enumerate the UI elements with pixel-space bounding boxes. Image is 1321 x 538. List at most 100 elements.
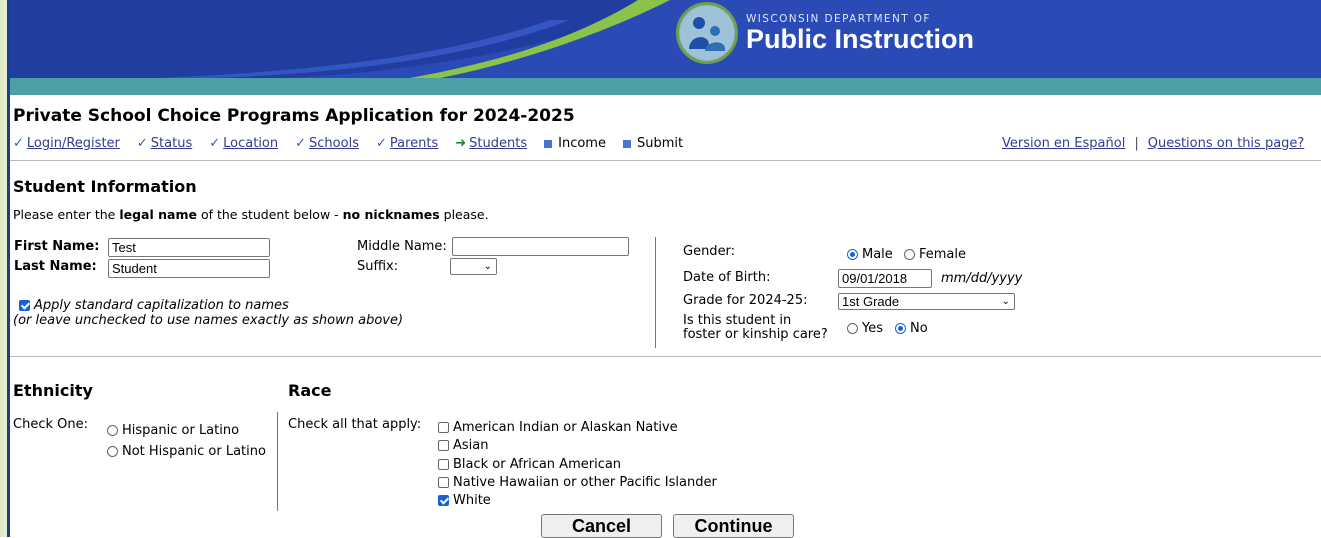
last-name-input[interactable]: Student: [108, 259, 270, 278]
race-option-label: Native Hawaiian or other Pacific Islande…: [453, 475, 717, 490]
race-option-american-indian[interactable]: American Indian or Alaskan Native: [438, 420, 678, 435]
dob-format-hint: mm/dd/yyyy: [941, 271, 1023, 286]
checkmark-icon: ✓: [136, 136, 148, 151]
step-schools[interactable]: ✓ Schools: [295, 136, 359, 151]
foster-yes-label: Yes: [862, 321, 883, 336]
grade-select[interactable]: 1st Grade ⌄: [838, 293, 1015, 310]
grade-label: Grade for 2024-25:: [683, 293, 808, 308]
step-income: Income: [544, 136, 606, 151]
race-checkbox[interactable]: [438, 440, 449, 451]
not-hispanic-option[interactable]: Not Hispanic or Latino: [107, 444, 266, 459]
race-option-label: White: [453, 493, 491, 508]
divider: [10, 356, 1321, 357]
step-label: Submit: [636, 136, 684, 151]
race-checkbox[interactable]: [438, 495, 449, 506]
banner-swoosh: [10, 0, 670, 78]
middle-name-label: Middle Name:: [357, 239, 447, 254]
checkmark-icon: ✓: [13, 136, 24, 151]
race-option-black[interactable]: Black or African American: [438, 457, 621, 472]
step-label[interactable]: Students: [469, 136, 527, 151]
race-checkbox[interactable]: [438, 459, 449, 470]
dpi-logo-icon: [676, 2, 738, 64]
step-label[interactable]: Schools: [309, 136, 359, 151]
top-links: Version en Español | Questions on this pag…: [1002, 136, 1304, 151]
step-label[interactable]: Status: [151, 136, 192, 151]
gender-female-radio[interactable]: [904, 249, 915, 260]
race-option-pacific-islander[interactable]: Native Hawaiian or other Pacific Islande…: [438, 475, 717, 490]
race-option-label: Black or African American: [453, 457, 622, 472]
capitalize-checkbox[interactable]: [19, 300, 30, 311]
checkmark-icon: ✓: [295, 136, 307, 151]
race-checkbox[interactable]: [438, 477, 449, 488]
square-bullet-icon: [622, 139, 631, 148]
capitalize-note: (or leave unchecked to use names exactly…: [13, 313, 404, 328]
header-banner: WISCONSIN DEPARTMENT OF Public Instructi…: [10, 0, 1321, 78]
foster-label-line2: foster or kinship care?: [683, 327, 828, 342]
race-heading: Race: [288, 381, 332, 400]
step-label[interactable]: Parents: [390, 136, 438, 151]
step-navigation: ✓ Login/Register ✓ Status ✓ Location ✓ Schoo…: [13, 136, 700, 151]
dob-input[interactable]: 09/01/2018: [838, 269, 932, 288]
logo-line-2: Public Instruction: [746, 24, 975, 54]
divider: [10, 160, 1321, 161]
checkmark-icon: ✓: [375, 136, 387, 151]
gender-male-label: Male: [862, 247, 893, 262]
race-option-asian[interactable]: Asian: [438, 438, 488, 453]
capitalize-checkbox-row[interactable]: Apply standard capitalization to names: [19, 298, 289, 313]
dpi-logo[interactable]: WISCONSIN DEPARTMENT OF Public Instructi…: [676, 2, 974, 64]
foster-no-option[interactable]: No: [895, 321, 928, 336]
name-instructions: Please enter the legal name of the stude…: [13, 207, 489, 222]
last-name-label: Last Name:: [14, 259, 97, 274]
step-label: Income: [558, 136, 606, 151]
page-title: Private School Choice Programs Applicati…: [13, 106, 575, 126]
not-hispanic-label: Not Hispanic or Latino: [122, 444, 266, 459]
step-label[interactable]: Location: [223, 136, 278, 151]
hispanic-option[interactable]: Hispanic or Latino: [107, 423, 239, 438]
step-login-register[interactable]: ✓ Login/Register: [13, 136, 120, 151]
foster-yes-radio[interactable]: [847, 323, 858, 334]
step-submit: Submit: [622, 136, 684, 151]
suffix-label: Suffix:: [357, 259, 399, 274]
ethnicity-heading: Ethnicity: [13, 381, 93, 400]
header-stripe: [10, 78, 1321, 95]
not-hispanic-radio[interactable]: [107, 446, 118, 457]
first-name-input[interactable]: Test: [108, 238, 270, 257]
foster-yes-option[interactable]: Yes: [847, 321, 883, 336]
step-parents[interactable]: ✓ Parents: [376, 136, 438, 151]
ethnicity-check-label: Check One:: [13, 417, 88, 432]
middle-name-input[interactable]: [452, 237, 629, 256]
ethnicity-race-divider: [277, 412, 278, 511]
race-option-white[interactable]: White: [438, 493, 491, 508]
step-status[interactable]: ✓ Status: [137, 136, 192, 151]
checkmark-icon: ✓: [209, 136, 221, 151]
race-option-label: Asian: [453, 438, 489, 453]
gender-female-option[interactable]: Female: [904, 247, 966, 262]
student-info-heading: Student Information: [13, 177, 197, 196]
spanish-version-link[interactable]: Version en Español: [1002, 136, 1125, 151]
chevron-down-icon: ⌄: [483, 261, 492, 272]
square-bullet-icon: [544, 139, 553, 148]
cancel-button[interactable]: Cancel: [541, 514, 662, 538]
continue-button[interactable]: Continue: [673, 514, 794, 538]
gender-male-option[interactable]: Male: [847, 247, 893, 262]
race-checkbox[interactable]: [438, 422, 449, 433]
chevron-down-icon: ⌄: [1001, 296, 1010, 307]
gender-male-radio[interactable]: [847, 249, 858, 260]
foster-no-label: No: [910, 321, 928, 336]
gender-female-label: Female: [919, 247, 967, 262]
column-divider: [655, 237, 656, 348]
help-link[interactable]: Questions on this page?: [1148, 136, 1305, 151]
step-label[interactable]: Login/Register: [27, 136, 120, 151]
hispanic-radio[interactable]: [107, 425, 118, 436]
step-students[interactable]: ➜ Students: [455, 136, 527, 151]
gender-label: Gender:: [683, 244, 736, 259]
race-check-label: Check all that apply:: [288, 417, 422, 432]
foster-label-line1: Is this student in: [683, 313, 792, 328]
foster-no-radio[interactable]: [895, 323, 906, 334]
link-separator: |: [1134, 136, 1139, 151]
suffix-select[interactable]: ⌄: [450, 258, 497, 275]
arrow-right-icon: ➜: [455, 136, 467, 151]
hispanic-label: Hispanic or Latino: [122, 423, 240, 438]
dob-label: Date of Birth:: [683, 270, 771, 285]
step-location[interactable]: ✓ Location: [209, 136, 278, 151]
